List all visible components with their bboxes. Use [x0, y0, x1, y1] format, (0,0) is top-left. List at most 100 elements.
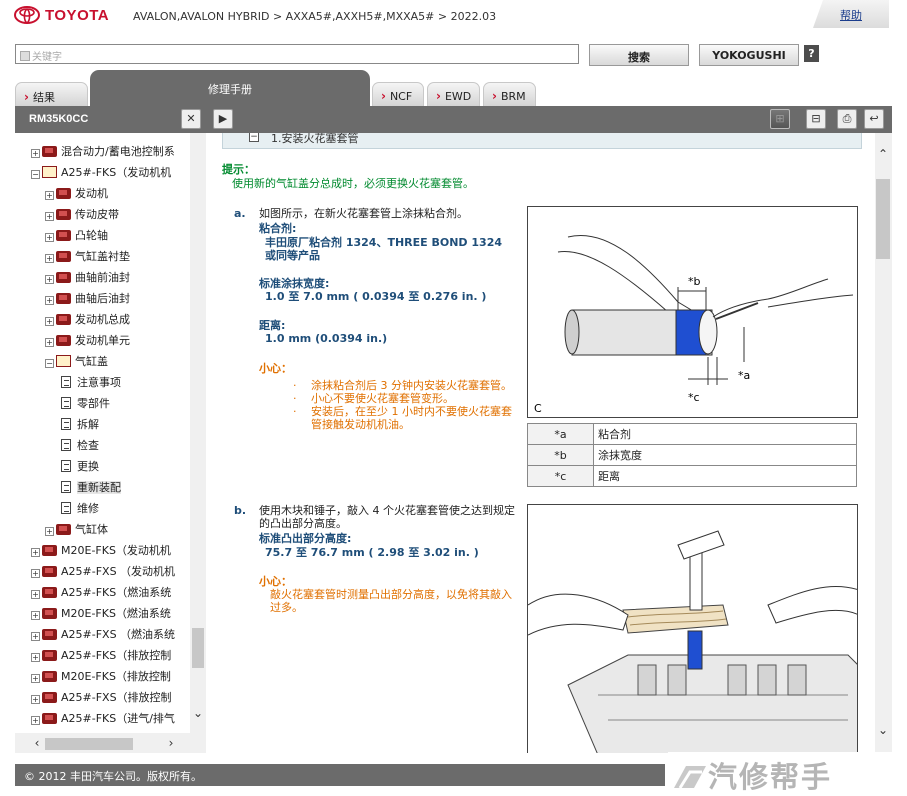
expand-icon[interactable]: +: [31, 674, 40, 683]
tree-item-label: 凸轮轴: [75, 229, 108, 242]
hint-text: 使用新的气缸盖分总成时，必须更换火花塞套管。: [232, 177, 474, 190]
tab-ewd-label: EWD: [444, 90, 472, 103]
manual-book-icon: [56, 188, 71, 199]
collapse-icon[interactable]: −: [31, 170, 40, 179]
tree-item[interactable]: + 发动机: [45, 185, 108, 206]
callout-b: *b: [688, 275, 701, 288]
expand-icon[interactable]: +: [45, 338, 54, 347]
tree-item[interactable]: + 发动机总成: [45, 311, 130, 332]
width-label: 标准涂抹宽度:: [259, 277, 330, 290]
tree-item[interactable]: + A25#-FXS （发动机机: [31, 563, 175, 584]
legend-value: 粘合剂: [593, 423, 857, 445]
tree-item[interactable]: + A25#-FXS（排放控制: [31, 689, 172, 710]
tree-item[interactable]: + 气缸盖衬垫: [45, 248, 130, 269]
content-vertical-scrollbar[interactable]: ⌃ ⌄: [875, 133, 892, 753]
nav-forward-button[interactable]: ▶: [213, 109, 233, 129]
question-help-button[interactable]: ?: [804, 45, 819, 62]
table-row: *b 涂抹宽度: [527, 444, 857, 466]
expand-icon[interactable]: +: [45, 296, 54, 305]
tree-item[interactable]: + 凸轮轴: [45, 227, 108, 248]
tree-vertical-scrollbar[interactable]: ⌄: [190, 133, 206, 753]
tree-item[interactable]: + M20E-FKS（排放控制: [31, 668, 171, 689]
expand-icon[interactable]: +: [31, 695, 40, 704]
scrollbar-thumb[interactable]: [45, 738, 133, 750]
collapse-icon[interactable]: −: [45, 359, 54, 368]
tree-item[interactable]: − 气缸盖: [45, 353, 108, 374]
scrollbar-thumb[interactable]: [192, 628, 204, 668]
manual-book-icon: [42, 713, 57, 724]
tree-item-label: 更换: [77, 460, 99, 473]
tree-item[interactable]: 注意事项: [61, 374, 121, 395]
document-icon: [61, 439, 71, 451]
document-icon: [61, 502, 71, 514]
search-button[interactable]: 搜索: [589, 44, 689, 66]
section-header[interactable]: − 1.安装火花塞套管: [222, 133, 862, 149]
tree-item-label: 气缸盖衬垫: [75, 250, 130, 263]
tree-item[interactable]: + 传动皮带: [45, 206, 119, 227]
tree-item[interactable]: 维修: [61, 500, 99, 521]
scroll-down-icon[interactable]: ⌄: [875, 723, 891, 737]
document-icon: [61, 376, 71, 388]
caution-bullet: ·: [293, 392, 297, 405]
manual-book-icon: [42, 608, 57, 619]
tree-item[interactable]: + 气缸体: [45, 521, 108, 542]
scroll-left-icon[interactable]: ‹: [29, 736, 45, 750]
tab-results[interactable]: › 结果: [15, 82, 88, 106]
scroll-right-icon[interactable]: ›: [163, 736, 179, 750]
tree-item[interactable]: + M20E-FKS（发动机机: [31, 542, 171, 563]
footer-bar: © 2012 丰田汽车公司。版权所有。: [15, 764, 665, 786]
tree-item[interactable]: 重新装配: [61, 479, 121, 500]
expand-icon[interactable]: +: [31, 590, 40, 599]
tab-brm[interactable]: › BRM: [483, 82, 536, 106]
collapse-icon[interactable]: ⊟: [806, 109, 826, 129]
tree-horizontal-scrollbar[interactable]: ‹ ›: [15, 733, 191, 753]
help-tab[interactable]: 帮助: [813, 0, 889, 28]
expand-icon[interactable]: ⊞: [770, 109, 790, 129]
tree-item[interactable]: 拆解: [61, 416, 99, 437]
tree-item[interactable]: 零部件: [61, 395, 110, 416]
tree-item[interactable]: + 曲轴前油封: [45, 269, 130, 290]
expand-icon[interactable]: +: [31, 632, 40, 641]
expand-icon[interactable]: +: [45, 275, 54, 284]
expand-icon[interactable]: +: [45, 317, 54, 326]
yokogushi-button[interactable]: YOKOGUSHI: [699, 44, 799, 66]
tree-item[interactable]: + M20E-FKS（燃油系统: [31, 605, 171, 626]
expand-icon[interactable]: +: [45, 527, 54, 536]
scroll-up-icon[interactable]: ⌃: [875, 147, 891, 161]
tree-item[interactable]: + A25#-FKS（排放控制: [31, 647, 171, 668]
tree-item[interactable]: − A25#-FKS（发动机机: [31, 164, 171, 185]
tree-item[interactable]: + 曲轴后油封: [45, 290, 130, 311]
tree-item[interactable]: 检查: [61, 437, 99, 458]
expand-icon[interactable]: +: [31, 149, 40, 158]
tree-item[interactable]: + A25#-FKS（进气/排气: [31, 710, 175, 731]
step-b-text-2: 的凸出部分高度。: [259, 517, 347, 530]
expand-icon[interactable]: +: [45, 254, 54, 263]
tab-repair-manual[interactable]: 修理手册: [90, 70, 370, 106]
tree-item[interactable]: + 混合动力/蓄电池控制系: [31, 143, 175, 164]
tree-item-label: 重新装配: [77, 481, 121, 494]
tab-ewd[interactable]: › EWD: [427, 82, 480, 106]
tree-item[interactable]: 更换: [61, 458, 99, 479]
help-link[interactable]: 帮助: [840, 9, 862, 22]
expand-icon[interactable]: +: [31, 716, 40, 725]
expand-icon[interactable]: +: [31, 653, 40, 662]
expand-icon[interactable]: +: [45, 212, 54, 221]
adhesive-value-2: 或同等产品: [265, 249, 320, 262]
collapse-section-icon[interactable]: −: [249, 133, 259, 142]
expand-icon[interactable]: +: [31, 611, 40, 620]
expand-icon[interactable]: +: [45, 191, 54, 200]
expand-icon[interactable]: +: [31, 569, 40, 578]
expand-icon[interactable]: +: [31, 548, 40, 557]
back-icon[interactable]: ↩: [864, 109, 884, 129]
scroll-down-icon[interactable]: ⌄: [190, 706, 206, 720]
tree-item-label: 零部件: [77, 397, 110, 410]
tree-item[interactable]: + A25#-FXS （燃油系统: [31, 626, 175, 647]
print-icon[interactable]: ⎙: [837, 109, 857, 129]
tree-item[interactable]: + 发动机单元: [45, 332, 130, 353]
tree-item[interactable]: + A25#-FKS（燃油系统: [31, 584, 171, 605]
close-panel-button[interactable]: ✕: [181, 109, 201, 129]
search-input[interactable]: 关键字: [15, 44, 579, 64]
expand-icon[interactable]: +: [45, 233, 54, 242]
scrollbar-thumb[interactable]: [876, 179, 890, 259]
tab-ncf[interactable]: › NCF: [372, 82, 424, 106]
